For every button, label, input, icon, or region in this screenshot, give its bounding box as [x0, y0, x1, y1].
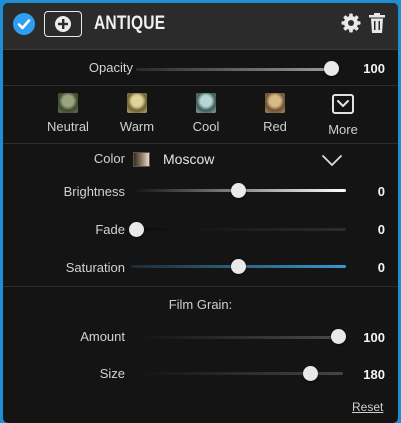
more-presets-button[interactable]	[332, 94, 354, 114]
amount-value: 100	[363, 330, 385, 345]
size-value: 180	[363, 367, 385, 382]
amount-track[interactable]	[131, 336, 343, 339]
panel-header: ANTIQUE	[3, 3, 398, 50]
brightness-label: Brightness	[63, 184, 125, 199]
brightness-value: 0	[377, 184, 385, 199]
opacity-track[interactable]	[136, 68, 334, 71]
preset-more-label-wrap: More	[308, 116, 378, 137]
opacity-label: Opacity	[88, 60, 133, 75]
fade-label: Fade	[95, 222, 125, 237]
preset-cool[interactable]: Cool	[171, 93, 241, 134]
checkmark-icon	[17, 19, 31, 30]
size-slider-knob[interactable]	[303, 366, 318, 381]
chevron-down-icon[interactable]	[321, 153, 343, 167]
amount-label: Amount	[80, 329, 125, 344]
reset-link[interactable]: Reset	[352, 400, 383, 414]
opacity-value: 100	[363, 61, 385, 76]
saturation-label: Saturation	[65, 260, 125, 275]
tree-thumbnail-icon	[127, 93, 147, 113]
saturation-value: 0	[377, 260, 385, 275]
brightness-slider-knob[interactable]	[231, 183, 246, 198]
preset-warm[interactable]: Warm	[102, 93, 172, 134]
plus-circle-icon	[55, 16, 71, 32]
chevron-down-icon	[337, 100, 349, 107]
preset-label: Neutral	[47, 119, 89, 134]
divider	[3, 286, 398, 287]
tree-thumbnail-icon	[265, 93, 285, 113]
tree-thumbnail-icon	[58, 93, 78, 113]
add-mask-button[interactable]	[44, 11, 82, 37]
tree-thumbnail-icon	[196, 93, 216, 113]
preset-label: Red	[263, 119, 287, 134]
divider	[3, 143, 398, 144]
trash-icon[interactable]	[369, 13, 385, 33]
opacity-slider-knob[interactable]	[324, 61, 339, 76]
divider	[3, 85, 398, 86]
preset-label[interactable]: More	[308, 122, 378, 137]
fade-track[interactable]	[131, 228, 346, 231]
color-dropdown[interactable]: Moscow	[163, 151, 214, 167]
color-swatch	[133, 152, 150, 167]
antique-filter-panel: ANTIQUE Opacity 100 Neutral Warm Cool Re…	[3, 3, 398, 423]
size-label: Size	[99, 366, 125, 381]
preset-label: Warm	[119, 119, 155, 134]
color-label: Color	[93, 151, 125, 166]
saturation-slider-knob[interactable]	[231, 259, 246, 274]
fade-slider-knob[interactable]	[129, 222, 144, 237]
film-grain-title: Film Grain:	[168, 297, 233, 312]
preset-red[interactable]: Red	[240, 93, 310, 134]
filter-title: ANTIQUE	[94, 13, 166, 34]
enable-checkbox[interactable]	[13, 13, 35, 35]
gear-icon[interactable]	[341, 13, 361, 33]
preset-neutral[interactable]: Neutral	[33, 93, 103, 134]
fade-value: 0	[377, 222, 385, 237]
preset-label: Cool	[192, 119, 220, 134]
